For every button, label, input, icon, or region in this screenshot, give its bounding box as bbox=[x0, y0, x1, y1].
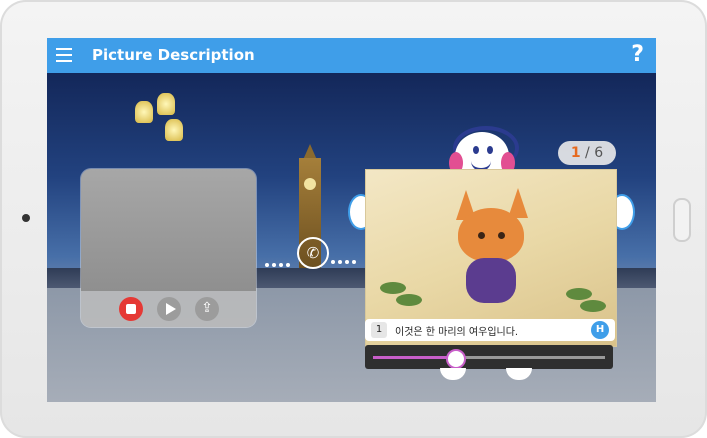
home-button[interactable] bbox=[673, 198, 691, 242]
hint-button[interactable]: H bbox=[591, 321, 609, 339]
progress-thumb[interactable] bbox=[446, 349, 467, 369]
connection-dots-left bbox=[265, 252, 299, 267]
app-screen: Picture Description ? ⇪ ✆ 1 / 6 1 이것은 한 … bbox=[47, 38, 656, 402]
leaf-decoration bbox=[380, 282, 406, 294]
leaf-decoration bbox=[566, 288, 592, 300]
fox-illustration bbox=[446, 188, 536, 308]
front-camera bbox=[22, 214, 30, 222]
counter-separator: / bbox=[585, 145, 590, 161]
sentence-number: 1 bbox=[371, 322, 387, 338]
help-icon[interactable]: ? bbox=[631, 42, 644, 67]
leaf-decoration bbox=[396, 294, 422, 306]
card-stand bbox=[440, 368, 540, 382]
progress-fill bbox=[373, 356, 455, 359]
audio-progress-bar[interactable] bbox=[365, 345, 613, 369]
sentence-caption: 1 이것은 한 마리의 여우입니다. H bbox=[365, 319, 615, 341]
stop-record-icon[interactable] bbox=[119, 297, 143, 321]
camera-preview bbox=[81, 169, 256, 291]
street-lamp bbox=[125, 93, 185, 173]
leaf-decoration bbox=[580, 300, 606, 312]
current-page: 1 bbox=[570, 145, 581, 161]
page-counter: 1 / 6 bbox=[558, 141, 616, 165]
phone-call-icon[interactable]: ✆ bbox=[297, 237, 329, 269]
play-icon[interactable] bbox=[157, 297, 181, 321]
recording-panel: ⇪ bbox=[81, 169, 256, 327]
page-title: Picture Description bbox=[92, 46, 255, 64]
share-icon[interactable]: ⇪ bbox=[195, 297, 219, 321]
recording-controls: ⇪ bbox=[81, 291, 256, 327]
app-header: Picture Description ? bbox=[47, 38, 656, 73]
sentence-text: 이것은 한 마리의 여우입니다. bbox=[395, 327, 519, 338]
total-pages: 6 bbox=[594, 145, 604, 161]
tablet-frame: Picture Description ? ⇪ ✆ 1 / 6 1 이것은 한 … bbox=[0, 0, 707, 438]
hamburger-menu-icon[interactable] bbox=[56, 48, 72, 62]
connection-dots-right bbox=[331, 249, 365, 264]
clock-face bbox=[304, 178, 316, 190]
